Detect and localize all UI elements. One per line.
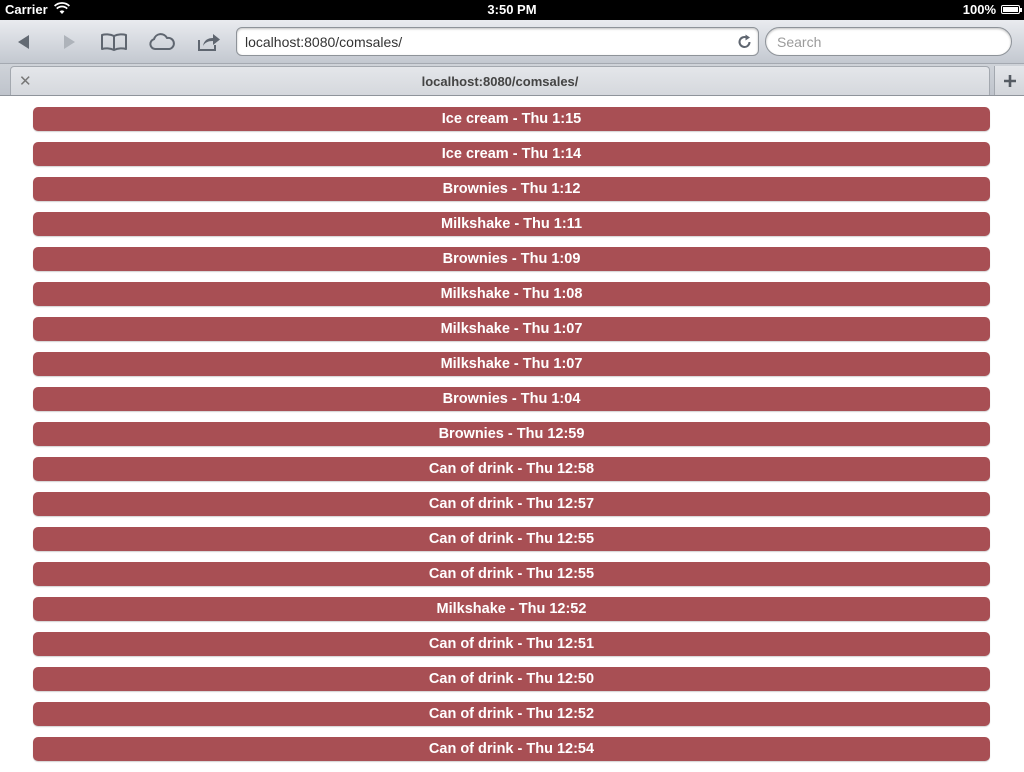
- reload-icon: [738, 34, 751, 48]
- tab-title: localhost:8080/comsales/: [421, 74, 579, 89]
- sale-item[interactable]: Can of drink - Thu 12:57: [33, 492, 990, 516]
- sale-item[interactable]: Brownies - Thu 1:09: [33, 247, 990, 271]
- status-bar: Carrier 3:50 PM 100%: [0, 0, 1024, 20]
- sale-item[interactable]: Brownies - Thu 1:12: [33, 177, 990, 201]
- sale-item[interactable]: Can of drink - Thu 12:51: [33, 632, 990, 656]
- forward-icon: [64, 35, 75, 49]
- search-placeholder: Search: [777, 34, 822, 50]
- share-button[interactable]: [191, 27, 227, 57]
- sale-item[interactable]: Milkshake - Thu 1:08: [33, 282, 990, 306]
- url-text: localhost:8080/comsales/: [245, 34, 403, 50]
- sale-item[interactable]: Milkshake - Thu 1:07: [33, 352, 990, 376]
- battery-icon: [1001, 5, 1022, 14]
- icloud-tabs-button[interactable]: [144, 27, 180, 57]
- sale-item[interactable]: Ice cream - Thu 1:14: [33, 142, 990, 166]
- sale-item[interactable]: Milkshake - Thu 1:11: [33, 212, 990, 236]
- browser-toolbar: localhost:8080/comsales/ Search: [0, 20, 1024, 64]
- sale-item[interactable]: Can of drink - Thu 12:50: [33, 667, 990, 691]
- clock: 3:50 PM: [487, 2, 537, 17]
- tab-bar: ✕ localhost:8080/comsales/: [0, 64, 1024, 96]
- bookmarks-icon: [101, 33, 127, 51]
- sale-item[interactable]: Ice cream - Thu 1:15: [33, 107, 990, 131]
- sale-item[interactable]: Can of drink - Thu 12:55: [33, 527, 990, 551]
- sale-item[interactable]: Brownies - Thu 1:04: [33, 387, 990, 411]
- forward-button[interactable]: [51, 27, 87, 57]
- address-bar[interactable]: localhost:8080/comsales/: [236, 27, 759, 56]
- sale-item[interactable]: Can of drink - Thu 12:55: [33, 562, 990, 586]
- sale-item[interactable]: Milkshake - Thu 12:52: [33, 597, 990, 621]
- sale-item[interactable]: Can of drink - Thu 12:58: [33, 457, 990, 481]
- back-icon: [18, 35, 29, 49]
- battery-percent: 100%: [962, 2, 996, 17]
- page-content: Ice cream - Thu 1:15 Ice cream - Thu 1:1…: [0, 96, 1024, 768]
- sale-item[interactable]: Can of drink - Thu 12:54: [33, 737, 990, 761]
- tab-current[interactable]: ✕ localhost:8080/comsales/: [10, 66, 990, 95]
- plus-icon: [1003, 74, 1016, 87]
- cloud-icon: [149, 33, 175, 50]
- share-icon: [198, 34, 220, 51]
- search-input[interactable]: Search: [765, 27, 1012, 56]
- sale-item[interactable]: Brownies - Thu 12:59: [33, 422, 990, 446]
- back-button[interactable]: [6, 27, 42, 57]
- reload-button[interactable]: [736, 33, 753, 55]
- sale-item[interactable]: Can of drink - Thu 12:52: [33, 702, 990, 726]
- new-tab-button[interactable]: [994, 66, 1024, 95]
- sale-item[interactable]: Milkshake - Thu 1:07: [33, 317, 990, 341]
- sales-list: Ice cream - Thu 1:15 Ice cream - Thu 1:1…: [33, 107, 990, 772]
- bookmarks-button[interactable]: [96, 27, 132, 57]
